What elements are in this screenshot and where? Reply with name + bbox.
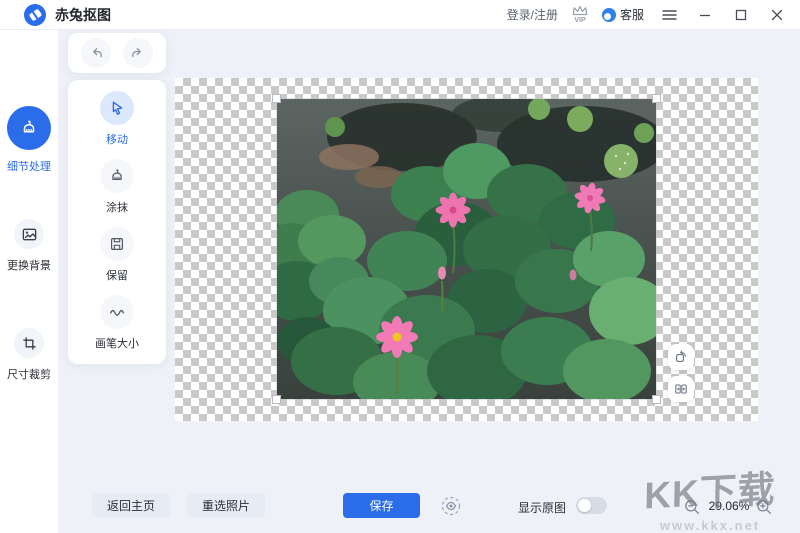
brush-icon: [100, 159, 134, 193]
fit-center-button[interactable]: [668, 376, 694, 402]
magnifier-plus-icon: [755, 498, 773, 516]
redo-arrow-icon: [129, 44, 147, 62]
crop-icon: [14, 328, 44, 358]
minimize-button[interactable]: [694, 4, 716, 26]
watermark-url: www.kkx.net: [626, 518, 794, 533]
rotate-icon: [673, 349, 689, 365]
sidebar-item-size-crop[interactable]: 尺寸裁剪: [0, 328, 58, 382]
zoom-in-button[interactable]: [755, 498, 773, 516]
show-original-label: 显示原图: [518, 499, 566, 516]
lotus-flower-bottom: [376, 316, 418, 358]
tool-brush-size[interactable]: 画笔大小: [95, 295, 139, 351]
undo-button[interactable]: [81, 38, 111, 68]
back-home-button[interactable]: 返回主页: [92, 493, 170, 517]
magnifier-minus-icon: [683, 498, 701, 516]
lotus-pond-image: [277, 99, 656, 399]
maximize-button[interactable]: [730, 4, 752, 26]
tool-move[interactable]: 移动: [100, 91, 134, 147]
sidebar-item-label: 更换背景: [7, 257, 51, 273]
tools-card: 移动 涂抹 保留: [68, 80, 166, 364]
tool-label: 画笔大小: [95, 335, 139, 351]
redo-button[interactable]: [123, 38, 153, 68]
fit-center-icon: [673, 381, 689, 397]
selection-handle-bottom-left[interactable]: [272, 395, 281, 404]
photo-lotus-pond[interactable]: [277, 99, 656, 399]
customer-service-button[interactable]: 客服: [602, 6, 644, 23]
cursor-icon: [100, 91, 134, 125]
history-card: [68, 33, 166, 73]
menu-icon[interactable]: [658, 4, 680, 26]
login-register-link[interactable]: 登录/注册: [507, 6, 558, 23]
tool-label: 涂抹: [106, 199, 128, 215]
app-title: 赤兔抠图: [55, 5, 111, 25]
crown-icon: [572, 5, 588, 16]
sidebar-item-change-background[interactable]: 更换背景: [0, 219, 58, 273]
app-window: 赤兔抠图 登录/注册 VIP 客服: [0, 0, 800, 533]
tool-label: 移动: [106, 131, 128, 147]
preview-eye-button[interactable]: [440, 495, 462, 517]
zoom-out-button[interactable]: [683, 498, 701, 516]
rotate-button[interactable]: [668, 344, 694, 370]
service-label: 客服: [620, 6, 644, 23]
selection-handle-bottom-right[interactable]: [652, 395, 661, 404]
save-button[interactable]: 保存: [343, 493, 420, 518]
sidebar-item-detail-processing[interactable]: 细节处理: [0, 106, 58, 174]
selection-handle-top-left[interactable]: [272, 94, 281, 103]
eye-icon: [440, 495, 462, 517]
close-button[interactable]: [766, 4, 788, 26]
tool-label: 保留: [106, 267, 128, 283]
image-icon: [14, 219, 44, 249]
vip-label: VIP: [574, 17, 585, 24]
show-original-toggle[interactable]: [576, 497, 607, 514]
canvas-checkerboard[interactable]: [175, 78, 758, 421]
sidebar: 细节处理 更换背景 尺寸裁剪: [0, 30, 58, 533]
tool-keep[interactable]: 保留: [100, 227, 134, 283]
sidebar-item-label: 细节处理: [7, 158, 51, 174]
service-avatar-icon: [602, 8, 616, 22]
undo-arrow-icon: [87, 44, 105, 62]
selection-handle-top-right[interactable]: [652, 94, 661, 103]
reselect-photo-button[interactable]: 重选照片: [187, 493, 265, 517]
wave-icon: [100, 295, 134, 329]
tool-smudge[interactable]: 涂抹: [100, 159, 134, 215]
sidebar-item-label: 尺寸裁剪: [7, 366, 51, 382]
zoom-level-value: 29.06%: [704, 499, 754, 513]
vip-button[interactable]: VIP: [572, 5, 588, 24]
app-logo-eraser-icon: [24, 4, 46, 26]
lotus-flower-center: [436, 193, 471, 228]
floppy-icon: [100, 227, 134, 261]
brush-icon: [7, 106, 51, 150]
titlebar: 赤兔抠图 登录/注册 VIP 客服: [0, 0, 800, 30]
